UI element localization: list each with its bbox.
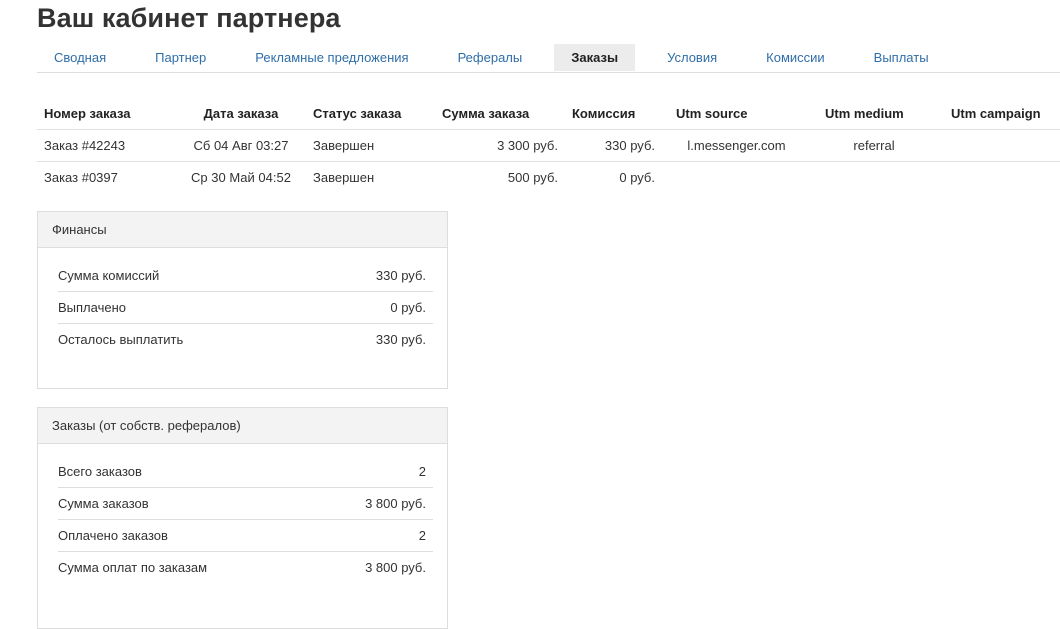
utm-campaign-cell	[937, 129, 1060, 162]
list-item: Всего заказов 2	[58, 456, 433, 488]
tab-summary[interactable]: Сводная	[37, 44, 123, 71]
order-sum-cell: 3 300 руб.	[435, 129, 565, 162]
orders-sum-label: Сумма заказов	[58, 496, 149, 511]
finance-remaining-label: Осталось выплатить	[58, 332, 184, 347]
order-date-cell: Сб 04 Авг 03:27	[176, 129, 306, 162]
utm-medium-cell	[811, 162, 937, 194]
finance-panel-title: Финансы	[38, 212, 447, 248]
commission-cell: 0 руб.	[619, 170, 655, 185]
orders-table: Номер заказа Дата заказа Статус заказа С…	[37, 97, 1060, 193]
column-header-order-date: Дата заказа	[176, 97, 306, 130]
utm-source-cell: l.messenger.com	[662, 129, 811, 162]
payments-sum-label: Сумма оплат по заказам	[58, 560, 208, 575]
finance-commission-total-value: 330 руб.	[375, 268, 426, 283]
finance-panel-body: Сумма комиссий 330 руб. Выплачено 0 руб.…	[38, 248, 447, 355]
column-header-utm-medium: Utm medium	[811, 97, 937, 130]
page-title: Ваш кабинет партнера	[37, 3, 341, 33]
finance-commission-total-label: Сумма комиссий	[58, 268, 160, 283]
list-item: Оплачено заказов 2	[58, 520, 433, 552]
order-sum-cell: 500 руб.	[507, 170, 558, 185]
utm-source-cell	[662, 162, 811, 194]
tab-orders[interactable]: Заказы	[554, 44, 636, 71]
list-item: Сумма комиссий 330 руб.	[58, 260, 433, 292]
total-orders-label: Всего заказов	[58, 464, 142, 479]
table-row: Заказ #0397 Ср 30 Май 04:52 Завершен 500…	[37, 162, 1060, 194]
column-header-commission: Комиссия	[565, 97, 662, 130]
list-item: Осталось выплатить 330 руб.	[58, 324, 433, 355]
tab-referrals[interactable]: Рефералы	[441, 44, 540, 71]
finance-panel: Финансы Сумма комиссий 330 руб. Выплачен…	[37, 211, 448, 389]
tab-commissions[interactable]: Комиссии	[749, 44, 842, 71]
orders-header-row: Номер заказа Дата заказа Статус заказа С…	[37, 97, 1060, 130]
finance-remaining-value: 330 руб.	[375, 332, 426, 347]
column-header-utm-campaign: Utm campaign	[937, 97, 1060, 130]
order-number-cell: Заказ #42243	[37, 129, 176, 162]
utm-medium-cell: referral	[811, 129, 937, 162]
order-status-cell: Завершен	[313, 170, 375, 185]
column-header-order-status: Статус заказа	[306, 97, 435, 130]
column-header-order-sum: Сумма заказа	[435, 97, 565, 130]
order-date-cell: Ср 30 Май 04:52	[191, 170, 291, 185]
commission-cell: 330 руб.	[565, 129, 662, 162]
payments-sum-value: 3 800 руб.	[365, 560, 426, 575]
utm-campaign-cell	[937, 162, 1060, 194]
finance-paid-label: Выплачено	[58, 300, 126, 315]
referral-orders-panel-title: Заказы (от собств. рефералов)	[38, 408, 447, 444]
tab-terms[interactable]: Условия	[650, 44, 734, 71]
finance-paid-value: 0 руб.	[390, 300, 426, 315]
table-row: Заказ #42243 Сб 04 Авг 03:27 Завершен 3 …	[37, 129, 1060, 162]
referral-orders-panel: Заказы (от собств. рефералов) Всего зака…	[37, 407, 448, 629]
column-header-utm-source: Utm source	[662, 97, 811, 130]
tab-partner[interactable]: Партнер	[138, 44, 223, 71]
paid-orders-value: 2	[418, 528, 426, 543]
referral-orders-panel-body: Всего заказов 2 Сумма заказов 3 800 руб.…	[38, 444, 447, 583]
column-header-order-number: Номер заказа	[37, 97, 176, 130]
paid-orders-label: Оплачено заказов	[58, 528, 168, 543]
tab-payouts[interactable]: Выплаты	[857, 44, 946, 71]
list-item: Сумма заказов 3 800 руб.	[58, 488, 433, 520]
orders-sum-value: 3 800 руб.	[365, 496, 426, 511]
list-item: Сумма оплат по заказам 3 800 руб.	[58, 552, 433, 583]
order-status-cell: Завершен	[306, 129, 435, 162]
tabs-bar: Сводная Партнер Рекламные предложения Ре…	[37, 44, 1060, 73]
total-orders-value: 2	[418, 464, 426, 479]
tab-ad-offers[interactable]: Рекламные предложения	[238, 44, 425, 71]
list-item: Выплачено 0 руб.	[58, 292, 433, 324]
order-number-cell: Заказ #0397	[44, 170, 118, 185]
